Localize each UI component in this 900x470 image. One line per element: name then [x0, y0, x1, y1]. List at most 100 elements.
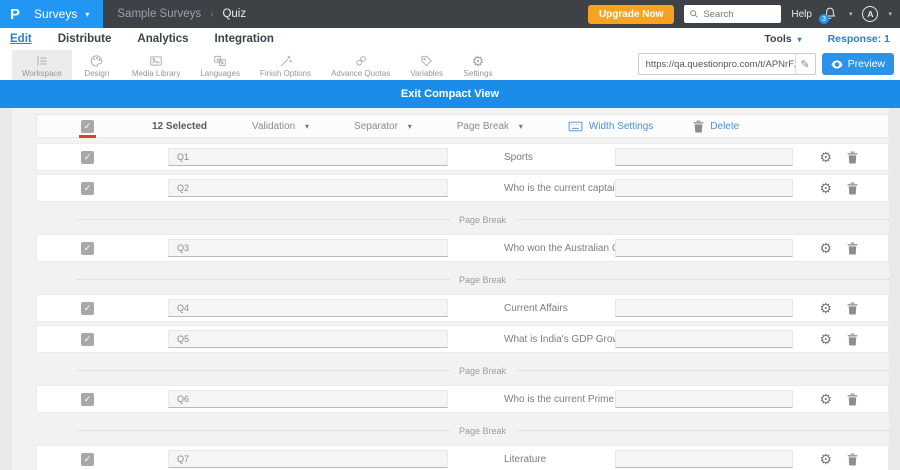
notifications-chevron-icon[interactable]: ▾ — [849, 10, 853, 18]
question-checkbox[interactable] — [81, 332, 94, 346]
toolbar-item-variables[interactable]: Variables — [400, 50, 453, 80]
tools-label: Tools — [764, 33, 792, 45]
question-delete-trash-icon[interactable] — [847, 151, 858, 164]
question-answer-input[interactable] — [615, 330, 794, 348]
question-delete-trash-icon[interactable] — [847, 242, 858, 255]
question-checkbox[interactable] — [81, 452, 94, 466]
question-settings-gear-icon[interactable]: ⚙ — [819, 301, 832, 315]
toolbar-item-languages[interactable]: Languages — [190, 50, 250, 80]
media-library-icon — [148, 53, 164, 68]
response-count-link[interactable]: Response: 1 — [828, 33, 890, 45]
question-delete-trash-icon[interactable] — [847, 453, 858, 466]
toolbar-item-workspace[interactable]: Workspace — [12, 50, 72, 80]
breadcrumb-parent[interactable]: Sample Surveys — [117, 8, 201, 20]
tools-menu[interactable]: Tools ▾ — [764, 33, 801, 45]
question-settings-gear-icon[interactable]: ⚙ — [819, 332, 832, 346]
page-break-line — [76, 430, 449, 431]
question-code-input[interactable] — [168, 450, 448, 468]
survey-toolbar: Workspace Design Media Library Languages… — [0, 50, 900, 80]
notifications-bell[interactable]: 3 — [818, 5, 839, 24]
questionpro-logo[interactable]: P — [0, 0, 30, 28]
question-code-input[interactable] — [168, 148, 448, 166]
question-text[interactable]: Current Affairs — [504, 303, 615, 314]
question-checkbox[interactable] — [81, 301, 94, 315]
question-text[interactable]: Sports — [504, 152, 615, 163]
delete-button[interactable]: Delete — [693, 120, 739, 133]
product-menu-label: Surveys — [34, 7, 78, 21]
edit-url-pencil-icon[interactable]: ✎ — [794, 54, 815, 74]
question-answer-input[interactable] — [615, 450, 794, 468]
question-answer-input[interactable] — [615, 390, 794, 408]
eye-icon — [831, 60, 843, 68]
search-box[interactable] — [684, 5, 782, 23]
account-chevron-icon[interactable]: ▾ — [888, 10, 892, 18]
question-settings-gear-icon[interactable]: ⚙ — [819, 452, 832, 466]
question-code-input[interactable] — [168, 239, 448, 257]
exit-compact-view-link[interactable]: Exit Compact View — [401, 88, 499, 100]
toolbar-item-settings[interactable]: ⚙ Settings — [453, 50, 503, 80]
question-settings-gear-icon[interactable]: ⚙ — [819, 241, 832, 255]
toolbar-label: Workspace — [22, 68, 62, 78]
question-text[interactable]: Who won the Australian Open Men's Title … — [504, 243, 615, 254]
question-delete-trash-icon[interactable] — [847, 182, 858, 195]
search-icon — [690, 10, 699, 18]
question-checkbox[interactable] — [81, 392, 94, 406]
question-code-input[interactable] — [168, 299, 448, 317]
advance-quotas-icon — [353, 53, 369, 68]
help-link[interactable]: Help — [791, 9, 812, 20]
survey-link-area: https://qa.questionpro.com/t/APNrFZeY ✎ … — [637, 53, 894, 75]
question-checkbox[interactable] — [81, 241, 94, 255]
product-menu-surveys[interactable]: Surveys ▾ — [30, 7, 103, 21]
select-all-checkbox[interactable] — [81, 119, 94, 133]
question-row: Who is the current captain of women's cr… — [36, 174, 889, 202]
page-break-line — [76, 219, 449, 220]
question-delete-trash-icon[interactable] — [847, 393, 858, 406]
finish-options-wand-icon — [278, 53, 294, 68]
page-break-label: Page Break — [458, 425, 507, 436]
width-settings-button[interactable]: Width Settings — [568, 121, 653, 132]
question-delete-trash-icon[interactable] — [847, 302, 858, 315]
question-settings-gear-icon[interactable]: ⚙ — [819, 181, 832, 195]
upgrade-now-button[interactable]: Upgrade Now — [587, 4, 675, 24]
question-checkbox[interactable] — [81, 181, 94, 195]
question-settings-gear-icon[interactable]: ⚙ — [819, 392, 832, 406]
workspace-icon — [34, 53, 50, 68]
question-code-input[interactable] — [168, 390, 448, 408]
tab-integration[interactable]: Integration — [215, 33, 274, 45]
separator-dropdown[interactable]: Separator ▾ — [354, 121, 412, 132]
question-code-input[interactable] — [168, 330, 448, 348]
toolbar-item-design[interactable]: Design — [72, 50, 122, 80]
page-break-line — [516, 430, 889, 431]
question-text[interactable]: Who is the current captain of women's cr… — [504, 183, 615, 194]
validation-dropdown[interactable]: Validation ▾ — [252, 121, 309, 132]
tab-distribute[interactable]: Distribute — [58, 33, 112, 45]
question-answer-input[interactable] — [615, 148, 794, 166]
toolbar-item-advance-quotas[interactable]: Advance Quotas — [321, 50, 400, 80]
compact-view-bar[interactable]: Exit Compact View — [0, 80, 900, 108]
question-text[interactable]: What is India's GDP Growth Rate for the … — [504, 334, 615, 345]
question-row: Sports ⚙ — [36, 143, 889, 171]
tab-edit[interactable]: Edit — [10, 33, 32, 45]
survey-url-field[interactable]: https://qa.questionpro.com/t/APNrFZeY ✎ — [637, 53, 816, 75]
page-break-dropdown[interactable]: Page Break ▾ — [457, 121, 523, 132]
question-settings-gear-icon[interactable]: ⚙ — [819, 150, 832, 164]
question-text[interactable]: Who is the current Prime Minister of Aus… — [504, 394, 615, 405]
page-break-line — [76, 279, 449, 280]
question-answer-input[interactable] — [615, 179, 794, 197]
toolbar-item-finish-options[interactable]: Finish Options — [250, 50, 321, 80]
question-answer-input[interactable] — [615, 239, 794, 257]
question-text[interactable]: Literature — [504, 454, 615, 465]
avatar[interactable]: A — [862, 6, 879, 22]
tab-analytics[interactable]: Analytics — [137, 33, 188, 45]
search-input[interactable] — [703, 8, 774, 20]
question-rows: Sports ⚙ Who is the current captain of w… — [36, 143, 889, 470]
toolbar-item-media-library[interactable]: Media Library — [122, 50, 190, 80]
question-answer-input[interactable] — [615, 299, 794, 317]
preview-button[interactable]: Preview — [821, 53, 894, 75]
question-checkbox[interactable] — [81, 150, 94, 164]
question-code-input[interactable] — [168, 179, 448, 197]
scrollbar-track[interactable] — [889, 108, 900, 470]
question-delete-trash-icon[interactable] — [847, 333, 858, 346]
page-break-line — [76, 370, 449, 371]
question-list-area: 12 Selected Validation ▾ Separator ▾ Pag… — [0, 108, 900, 470]
